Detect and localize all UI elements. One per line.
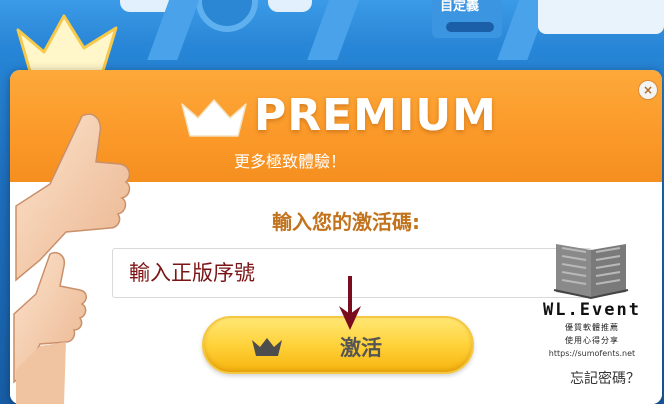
dialog-subtitle: 更多極致體驗！	[234, 152, 347, 171]
background-custom-bar	[446, 22, 494, 32]
background-tab	[268, 0, 312, 12]
watermark: WL.Event 優質軟體推薦 使用心得分享 https://sumofents…	[524, 238, 654, 368]
watermark-tagline-1: 優質軟體推薦	[565, 323, 619, 332]
book-icon	[553, 244, 629, 300]
forgot-password-link[interactable]: 忘記密碼？	[570, 368, 640, 388]
watermark-url: https://sumofents.net	[548, 349, 636, 358]
activation-code-label: 輸入您的激活碼:	[272, 210, 420, 234]
background-side-panel	[538, 0, 664, 34]
dialog-title: PREMIUM	[254, 90, 497, 141]
crown-icon	[181, 99, 247, 137]
watermark-title: WL.Event	[543, 300, 641, 320]
thumbs-up-icon	[13, 113, 131, 404]
crown-icon	[252, 338, 282, 356]
watermark-tagline-2: 使用心得分享	[565, 336, 619, 345]
background-custom-label: 自定義	[440, 0, 480, 14]
arrow-down-icon	[339, 276, 361, 330]
activate-label: 激活	[340, 336, 382, 360]
close-icon[interactable]: ×	[638, 80, 658, 100]
